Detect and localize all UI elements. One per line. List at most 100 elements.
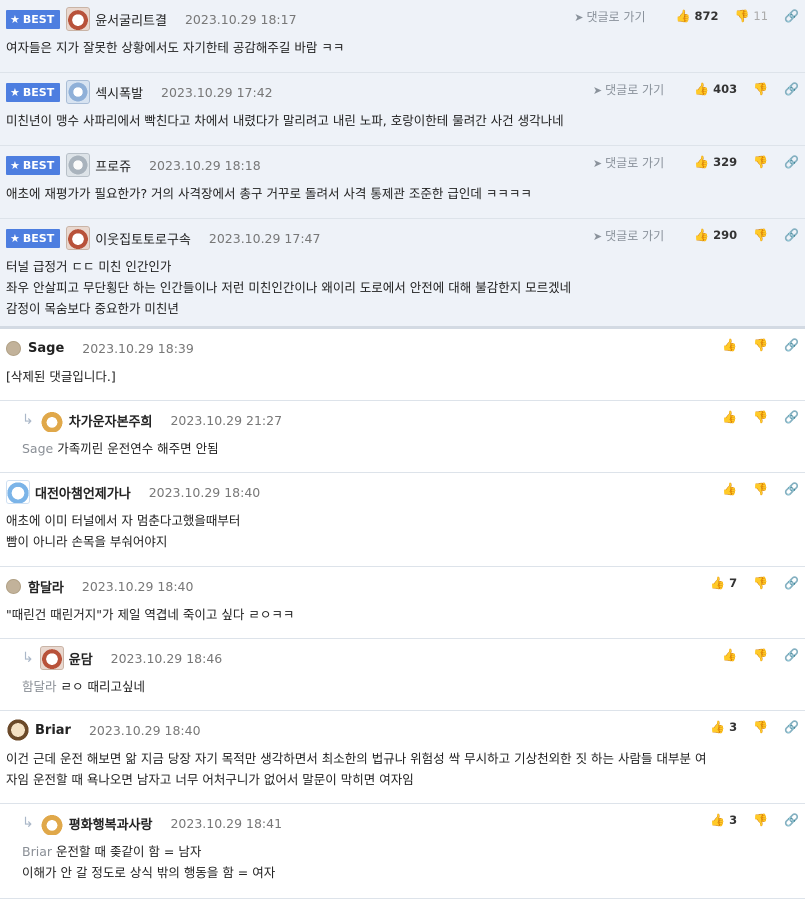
dislike-count: 11	[753, 9, 769, 23]
author-name[interactable]: 평화행복과사랑	[69, 814, 153, 833]
avatar[interactable]	[39, 646, 64, 670]
author-name[interactable]: Briar	[35, 723, 71, 738]
link-icon[interactable]: 🔗	[784, 482, 799, 496]
like-button[interactable]: 👍	[722, 648, 737, 662]
link-icon[interactable]: 🔗	[784, 648, 799, 662]
author-name[interactable]: 함달라	[28, 577, 64, 596]
reply-arrow-icon: ↳	[22, 412, 34, 428]
dislike-button[interactable]: 👎	[753, 576, 768, 590]
avatar[interactable]	[66, 153, 91, 177]
thumbs-down-icon: 👎	[753, 338, 769, 352]
like-button[interactable]: 👍 329	[694, 155, 737, 169]
dislike-button[interactable]: 👎	[753, 228, 768, 242]
thumbs-down-icon: 👎	[753, 482, 769, 496]
avatar[interactable]	[39, 811, 64, 835]
thumbs-up-icon: 👍	[722, 648, 738, 662]
link-icon[interactable]: 🔗	[784, 82, 799, 96]
like-count: 290	[713, 228, 738, 242]
send-arrow-icon: ➤	[574, 10, 584, 24]
author-name[interactable]: 차가운자본주희	[69, 411, 153, 430]
best-comment: ★ BEST 섹시폭발 2023.10.29 17:42 ➤ 댓글로 가기 👍 403…	[0, 73, 805, 146]
thumbs-up-icon: 👍	[675, 9, 691, 23]
avatar[interactable]	[39, 408, 64, 432]
link-icon[interactable]: 🔗	[784, 813, 799, 827]
comment-date: 2023.10.29 18:40	[81, 578, 194, 594]
reply-comment: ↳ 차가운자본주희 2023.10.29 21:27 👍 👎 🔗 Sage 가족끼…	[0, 401, 805, 473]
reply-comment: ↳ 윤담 2023.10.29 18:46 👍 👎 🔗 함달라 ㄹㅇ 때리고싶네	[0, 639, 805, 711]
reply-target[interactable]: Sage	[22, 441, 53, 456]
comment-body: Briar 운전할 때 좆같이 함 = 남자 이해가 안 갈 정도로 상식 밖의 …	[22, 844, 276, 880]
like-button[interactable]: 👍	[722, 482, 737, 496]
best-badge: ★ BEST	[6, 228, 61, 248]
comment: 함달라 2023.10.29 18:40 👍 7 👎 🔗 "때린건 때린거지"가 …	[0, 567, 805, 639]
goto-comment-link[interactable]: ➤ 댓글로 가기	[593, 154, 664, 171]
dislike-button[interactable]: 👎	[753, 338, 768, 352]
goto-comment-link[interactable]: ➤ 댓글로 가기	[593, 81, 664, 98]
reply-target[interactable]: 함달라	[22, 679, 57, 694]
comment-date: 2023.10.29 21:27	[170, 412, 283, 428]
dislike-button[interactable]: 👎	[753, 648, 768, 662]
thumbs-up-icon: 👍	[722, 338, 738, 352]
link-icon[interactable]: 🔗	[784, 155, 799, 169]
like-button[interactable]: 👍 290	[694, 228, 737, 242]
dislike-button[interactable]: 👎	[753, 813, 768, 827]
thumbs-up-icon: 👍	[722, 410, 738, 424]
avatar[interactable]	[6, 578, 21, 594]
link-icon[interactable]: 🔗	[784, 9, 799, 23]
star-icon: ★	[10, 12, 20, 26]
like-button[interactable]: 👍 403	[694, 82, 737, 96]
link-icon[interactable]: 🔗	[784, 410, 799, 424]
avatar[interactable]	[66, 7, 91, 31]
goto-comment-link[interactable]: ➤ 댓글로 가기	[593, 227, 664, 244]
dislike-button[interactable]: 👎 11	[734, 9, 768, 23]
thumbs-up-icon: 👍	[722, 482, 738, 496]
author-name[interactable]: 프로쥬	[95, 156, 131, 175]
comment-body: 여자들은 지가 잘못한 상황에서도 자기한테 공감해주길 바람 ㅋㅋ	[6, 40, 345, 55]
dislike-button[interactable]: 👎	[753, 410, 768, 424]
like-button[interactable]: 👍 872	[675, 9, 718, 23]
author-name[interactable]: 섹시폭발	[95, 83, 143, 102]
like-button[interactable]: 👍	[722, 338, 737, 352]
avatar[interactable]	[66, 226, 91, 250]
thumbs-up-icon: 👍	[710, 813, 726, 827]
dislike-button[interactable]: 👎	[753, 720, 768, 734]
best-badge: ★ BEST	[6, 9, 61, 29]
comment: 대전아챔언제가나 2023.10.29 18:40 👍 👎 🔗 애초에 이미 터…	[0, 473, 805, 567]
dislike-button[interactable]: 👎	[753, 155, 768, 169]
comment-body: 애초에 이미 터널에서 자 멈춘다고했을때부터 빰이 아니라 손목을 부숴어야지	[6, 513, 241, 549]
link-icon[interactable]: 🔗	[784, 228, 799, 242]
comment: Sage 2023.10.29 18:39 👍 👎 🔗 [삭제된 댓글입니다.]	[0, 329, 805, 401]
thumbs-up-icon: 👍	[694, 82, 710, 96]
comment-date: 2023.10.29 18:40	[88, 722, 201, 738]
send-arrow-icon: ➤	[592, 83, 603, 97]
link-icon[interactable]: 🔗	[784, 576, 799, 590]
thumbs-down-icon: 👎	[753, 813, 769, 827]
thumbs-down-icon: 👎	[753, 410, 769, 424]
like-button[interactable]: 👍 7	[710, 576, 737, 590]
avatar[interactable]	[6, 340, 21, 356]
author-name[interactable]: 이웃집토토로구속	[95, 229, 191, 248]
avatar[interactable]	[66, 80, 91, 104]
like-count: 3	[729, 720, 738, 734]
like-button[interactable]: 👍 3	[710, 720, 737, 734]
comment-date: 2023.10.29 17:42	[161, 84, 273, 100]
comment-date: 2023.10.29 18:39	[82, 340, 194, 356]
avatar[interactable]	[6, 718, 30, 742]
author-name[interactable]: Sage	[28, 341, 64, 356]
dislike-button[interactable]: 👎	[753, 82, 768, 96]
avatar[interactable]	[6, 480, 30, 504]
like-button[interactable]: 👍	[722, 410, 737, 424]
author-name[interactable]: 윤서굴리트결	[95, 10, 167, 29]
author-name[interactable]: 윤담	[69, 649, 93, 668]
goto-comment-link[interactable]: ➤ 댓글로 가기	[574, 8, 645, 25]
reply-target[interactable]: Briar	[22, 844, 52, 859]
link-icon[interactable]: 🔗	[784, 338, 799, 352]
dislike-button[interactable]: 👎	[753, 482, 768, 496]
like-button[interactable]: 👍 3	[710, 813, 737, 827]
like-count: 329	[713, 155, 738, 169]
comment-date: 2023.10.29 18:40	[148, 484, 261, 500]
comment-date: 2023.10.29 18:17	[184, 11, 297, 27]
author-name[interactable]: 대전아챔언제가나	[35, 483, 131, 502]
best-comment: ★ BEST 윤서굴리트결 2023.10.29 18:17 ➤ 댓글로 가기 👍 8…	[0, 0, 805, 73]
link-icon[interactable]: 🔗	[784, 720, 799, 734]
